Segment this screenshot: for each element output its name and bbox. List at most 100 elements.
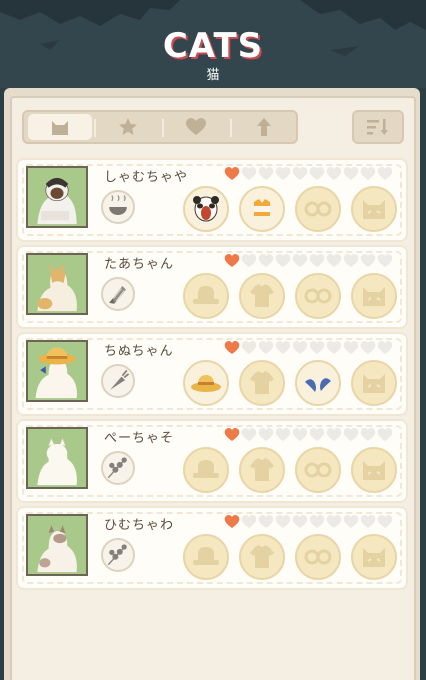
heart-empty-icon bbox=[326, 340, 342, 355]
shirt-icon bbox=[250, 545, 274, 568]
skewer-icon bbox=[107, 457, 127, 479]
heart-empty-icon bbox=[309, 253, 325, 268]
tab-favorites[interactable] bbox=[96, 114, 160, 140]
cat-portrait[interactable] bbox=[26, 166, 88, 228]
outfit-slot[interactable] bbox=[295, 273, 341, 319]
outfit-slot[interactable] bbox=[239, 534, 285, 580]
heart-empty-icon bbox=[360, 166, 376, 181]
cat-portrait[interactable] bbox=[26, 427, 88, 489]
cat-avatar-icon bbox=[35, 347, 77, 399]
heart-empty-icon bbox=[258, 166, 274, 181]
sort-button[interactable] bbox=[352, 110, 404, 144]
bowl-icon bbox=[109, 195, 127, 215]
tab-affection[interactable] bbox=[164, 114, 228, 140]
hat-icon bbox=[193, 286, 219, 304]
cat-card[interactable]: ひむちゃわ bbox=[18, 508, 406, 588]
affection-meter bbox=[224, 514, 393, 530]
shirt-icon bbox=[250, 371, 274, 394]
heart-filled-icon bbox=[224, 427, 240, 442]
sort-icon bbox=[367, 119, 388, 135]
outfit-slot[interactable] bbox=[351, 273, 397, 319]
cat-portrait[interactable] bbox=[26, 253, 88, 315]
outfit-slot[interactable] bbox=[183, 534, 229, 580]
heart-empty-icon bbox=[343, 166, 359, 181]
tab-cats[interactable] bbox=[28, 114, 92, 140]
outfit-slot[interactable] bbox=[239, 447, 285, 493]
heart-filled-icon bbox=[224, 253, 240, 268]
affection-meter bbox=[224, 427, 393, 443]
cat-face-toy-icon bbox=[363, 548, 385, 567]
heart-empty-icon bbox=[326, 166, 342, 181]
outfit-slot[interactable] bbox=[239, 186, 285, 232]
cat-face-toy-icon bbox=[363, 461, 385, 480]
outfit-slot[interactable] bbox=[351, 447, 397, 493]
cat-face-toy-icon bbox=[363, 200, 385, 219]
heart-empty-icon bbox=[292, 427, 308, 442]
cat-avatar-icon bbox=[37, 525, 77, 573]
heart-empty-icon bbox=[343, 340, 359, 355]
heart-empty-icon bbox=[377, 166, 393, 181]
affection-meter bbox=[224, 253, 393, 269]
arrow-up-icon bbox=[257, 118, 271, 136]
favorite-food bbox=[101, 451, 135, 485]
heart-empty-icon bbox=[241, 166, 257, 181]
corn-icon bbox=[109, 286, 126, 304]
outfit-slot[interactable] bbox=[351, 360, 397, 406]
heart-empty-icon bbox=[343, 427, 359, 442]
heart-empty-icon bbox=[292, 340, 308, 355]
outfit-slot[interactable] bbox=[239, 273, 285, 319]
panda-hat-icon bbox=[193, 196, 219, 222]
heart-empty-icon bbox=[309, 340, 325, 355]
heart-empty-icon bbox=[360, 340, 376, 355]
heart-empty-icon bbox=[275, 340, 291, 355]
heart-filled-icon bbox=[224, 166, 240, 181]
tab-level[interactable] bbox=[232, 114, 296, 140]
outfit-slot[interactable] bbox=[295, 360, 341, 406]
outfit-slot[interactable] bbox=[183, 273, 229, 319]
cat-card[interactable]: たあちゃん bbox=[18, 247, 406, 327]
heart-empty-icon bbox=[258, 427, 274, 442]
glasses-icon bbox=[304, 549, 332, 565]
heart-empty-icon bbox=[241, 514, 257, 529]
outfit-slot[interactable] bbox=[351, 186, 397, 232]
heart-empty-icon bbox=[343, 253, 359, 268]
heart-empty-icon bbox=[292, 166, 308, 181]
cat-name: ぺーちゃそ bbox=[104, 431, 175, 446]
carrot-icon bbox=[110, 369, 130, 390]
heart-empty-icon bbox=[241, 253, 257, 268]
outfit-slot[interactable] bbox=[295, 447, 341, 493]
outfit-slot[interactable] bbox=[295, 186, 341, 232]
favorite-food bbox=[101, 364, 135, 398]
outfit-slot[interactable] bbox=[183, 447, 229, 493]
outfit-slot[interactable] bbox=[351, 534, 397, 580]
cat-card[interactable]: ぺーちゃそ bbox=[18, 421, 406, 501]
heart-empty-icon bbox=[377, 514, 393, 529]
glasses-icon bbox=[304, 462, 332, 478]
heart-empty-icon bbox=[309, 514, 325, 529]
cat-name: ちぬちゃん bbox=[104, 344, 174, 359]
cat-face-toy-icon bbox=[363, 287, 385, 306]
cat-face-toy-icon bbox=[363, 374, 385, 393]
heart-filled-icon bbox=[224, 340, 240, 355]
heart-empty-icon bbox=[343, 514, 359, 529]
affection-meter bbox=[224, 340, 393, 356]
cat-portrait[interactable] bbox=[26, 340, 88, 402]
filter-tabs bbox=[22, 110, 298, 144]
outfit-slot[interactable] bbox=[239, 360, 285, 406]
heart-empty-icon bbox=[258, 253, 274, 268]
cat-card[interactable]: ちぬちゃん bbox=[18, 334, 406, 414]
cat-card[interactable]: しゃむちゃや bbox=[18, 160, 406, 240]
outfit-slot[interactable] bbox=[183, 186, 229, 232]
heart-empty-icon bbox=[258, 340, 274, 355]
outfit-slot[interactable] bbox=[295, 534, 341, 580]
outfit-slot[interactable] bbox=[183, 360, 229, 406]
hat-icon bbox=[193, 460, 219, 478]
favorite-food bbox=[101, 190, 135, 224]
heart-empty-icon bbox=[292, 514, 308, 529]
straw-hat-icon bbox=[191, 375, 221, 392]
cat-portrait[interactable] bbox=[26, 514, 88, 576]
cat-avatar-icon bbox=[37, 264, 77, 312]
heart-empty-icon bbox=[309, 427, 325, 442]
heart-empty-icon bbox=[258, 514, 274, 529]
heart-empty-icon bbox=[275, 514, 291, 529]
